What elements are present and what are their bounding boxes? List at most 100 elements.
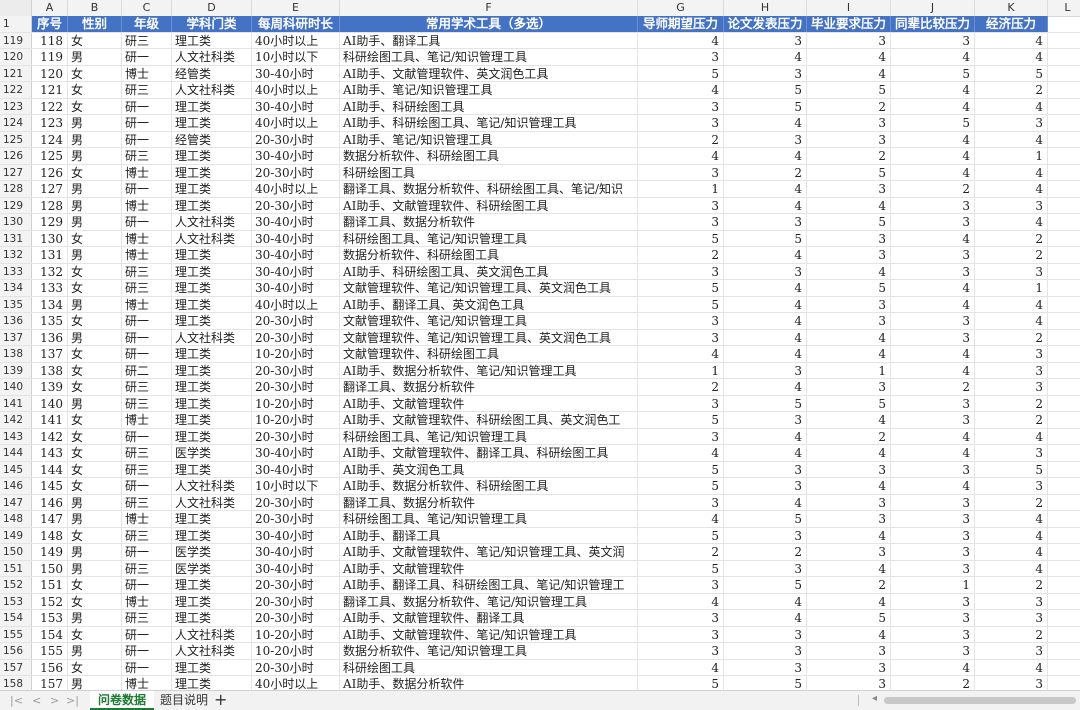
table-cell[interactable]: 5	[891, 115, 975, 131]
table-cell[interactable]: 男	[68, 49, 122, 65]
table-cell[interactable]: 3	[807, 461, 891, 477]
row-number[interactable]: 128	[0, 181, 32, 197]
table-cell[interactable]: 4	[724, 296, 807, 312]
table-cell[interactable]: 4	[891, 296, 975, 312]
table-cell[interactable]: 女	[68, 412, 122, 428]
table-cell[interactable]	[1048, 676, 1080, 690]
table-cell[interactable]: 30-40小时	[252, 280, 340, 296]
table-cell[interactable]: 3	[975, 197, 1048, 213]
table-cell[interactable]: 139	[32, 379, 68, 395]
table-cell[interactable]	[1048, 181, 1080, 197]
table-cell[interactable]: 博士	[122, 296, 172, 312]
table-cell[interactable]: 4	[975, 32, 1048, 48]
table-cell[interactable]: 翻译工具、数据分析软件、科研绘图工具、笔记/知识	[340, 181, 638, 197]
table-cell[interactable]: 3	[724, 65, 807, 81]
table-cell[interactable]: 科研绘图工具、笔记/知识管理工具	[340, 428, 638, 444]
header-cell[interactable]: 经济压力	[975, 16, 1048, 32]
table-cell[interactable]: 3	[891, 626, 975, 642]
table-cell[interactable]: 4	[891, 478, 975, 494]
table-cell[interactable]: 10小时以下	[252, 478, 340, 494]
table-cell[interactable]: 女	[68, 527, 122, 543]
table-cell[interactable]: 研一	[122, 478, 172, 494]
table-cell[interactable]: 理工类	[172, 181, 252, 197]
table-cell[interactable]	[1048, 198, 1080, 214]
table-cell[interactable]: 137	[32, 346, 68, 362]
table-cell[interactable]: 4	[638, 593, 724, 609]
header-cell[interactable]: 论文发表压力	[724, 16, 807, 32]
row-number[interactable]: 141	[0, 395, 32, 411]
header-cell[interactable]: 性别	[68, 16, 122, 32]
table-cell[interactable]: 144	[32, 461, 68, 477]
table-cell[interactable]: 147	[32, 511, 68, 527]
table-cell[interactable]	[1048, 511, 1080, 527]
table-cell[interactable]: 理工类	[172, 247, 252, 263]
table-cell[interactable]: 4	[891, 230, 975, 246]
table-cell[interactable]: 3	[724, 478, 807, 494]
table-cell[interactable]: 4	[724, 329, 807, 345]
table-cell[interactable]: 人文社科类	[172, 329, 252, 345]
table-cell[interactable]: 20-30小时	[252, 494, 340, 510]
table-cell[interactable]: AI助手、数据分析软件、科研绘图工具	[340, 478, 638, 494]
table-cell[interactable]: 经管类	[172, 65, 252, 81]
table-cell[interactable]: 女	[68, 65, 122, 81]
table-cell[interactable]: 135	[32, 313, 68, 329]
table-cell[interactable]: 理工类	[172, 197, 252, 213]
table-cell[interactable]: 3	[638, 313, 724, 329]
table-cell[interactable]: 研三	[122, 148, 172, 164]
table-cell[interactable]: 研二	[122, 362, 172, 378]
table-cell[interactable]: 研三	[122, 461, 172, 477]
add-sheet-button[interactable]: +	[214, 691, 227, 709]
table-cell[interactable]: 4	[891, 98, 975, 114]
table-cell[interactable]: 男	[68, 395, 122, 411]
table-cell[interactable]: 研一	[122, 659, 172, 675]
table-cell[interactable]: AI助手、翻译工具、科研绘图工具、笔记/知识管理工	[340, 577, 638, 593]
table-cell[interactable]: 30-40小时	[252, 461, 340, 477]
table-cell[interactable]: 4	[975, 511, 1048, 527]
table-cell[interactable]: 4	[975, 527, 1048, 543]
table-cell[interactable]: 3	[638, 98, 724, 114]
table-cell[interactable]: AI助手、文献管理软件、笔记/知识管理工具、英文润	[340, 544, 638, 560]
next-sheet-button[interactable]: >	[50, 694, 59, 707]
table-cell[interactable]	[1048, 313, 1080, 329]
table-cell[interactable]: 151	[32, 577, 68, 593]
table-cell[interactable]: 30-40小时	[252, 560, 340, 576]
table-cell[interactable]: 3	[891, 412, 975, 428]
table-cell[interactable]: 3	[724, 362, 807, 378]
table-cell[interactable]: 数据分析软件、科研绘图工具	[340, 247, 638, 263]
header-cell[interactable]: 同辈比较压力	[891, 16, 975, 32]
table-cell[interactable]: 4	[724, 247, 807, 263]
table-cell[interactable]: 150	[32, 560, 68, 576]
table-cell[interactable]: 2	[724, 164, 807, 180]
table-cell[interactable]: 5	[638, 478, 724, 494]
table-cell[interactable]: 4	[724, 379, 807, 395]
table-cell[interactable]: 146	[32, 494, 68, 510]
table-cell[interactable]	[1048, 66, 1080, 82]
row-number[interactable]: 133	[0, 263, 32, 279]
table-cell[interactable]: 翻译工具、数据分析软件	[340, 494, 638, 510]
table-cell[interactable]: 30-40小时	[252, 445, 340, 461]
table-cell[interactable]: 129	[32, 214, 68, 230]
table-cell[interactable]: 4	[975, 296, 1048, 312]
table-cell[interactable]: 3	[975, 362, 1048, 378]
row-number[interactable]: 145	[0, 461, 32, 477]
header-cell[interactable]: 学科门类	[172, 16, 252, 32]
table-cell[interactable]: 4	[724, 181, 807, 197]
table-cell[interactable]: 2	[975, 82, 1048, 98]
table-cell[interactable]: 5	[807, 214, 891, 230]
table-cell[interactable]: 3	[975, 263, 1048, 279]
table-cell[interactable]: 3	[891, 263, 975, 279]
table-cell[interactable]: 理工类	[172, 461, 252, 477]
table-cell[interactable]: 4	[975, 428, 1048, 444]
table-cell[interactable]: 3	[807, 313, 891, 329]
table-cell[interactable]: 3	[975, 346, 1048, 362]
table-cell[interactable]	[1048, 462, 1080, 478]
table-cell[interactable]: 3	[807, 379, 891, 395]
table-cell[interactable]: 3	[638, 395, 724, 411]
table-cell[interactable]: 30-40小时	[252, 230, 340, 246]
table-cell[interactable]: 3	[891, 395, 975, 411]
table-cell[interactable]: AI助手、文献管理软件	[340, 560, 638, 576]
column-header-f[interactable]: F	[340, 0, 638, 16]
table-cell[interactable]: 理工类	[172, 412, 252, 428]
table-cell[interactable]: 125	[32, 148, 68, 164]
table-cell[interactable]: 30-40小时	[252, 247, 340, 263]
